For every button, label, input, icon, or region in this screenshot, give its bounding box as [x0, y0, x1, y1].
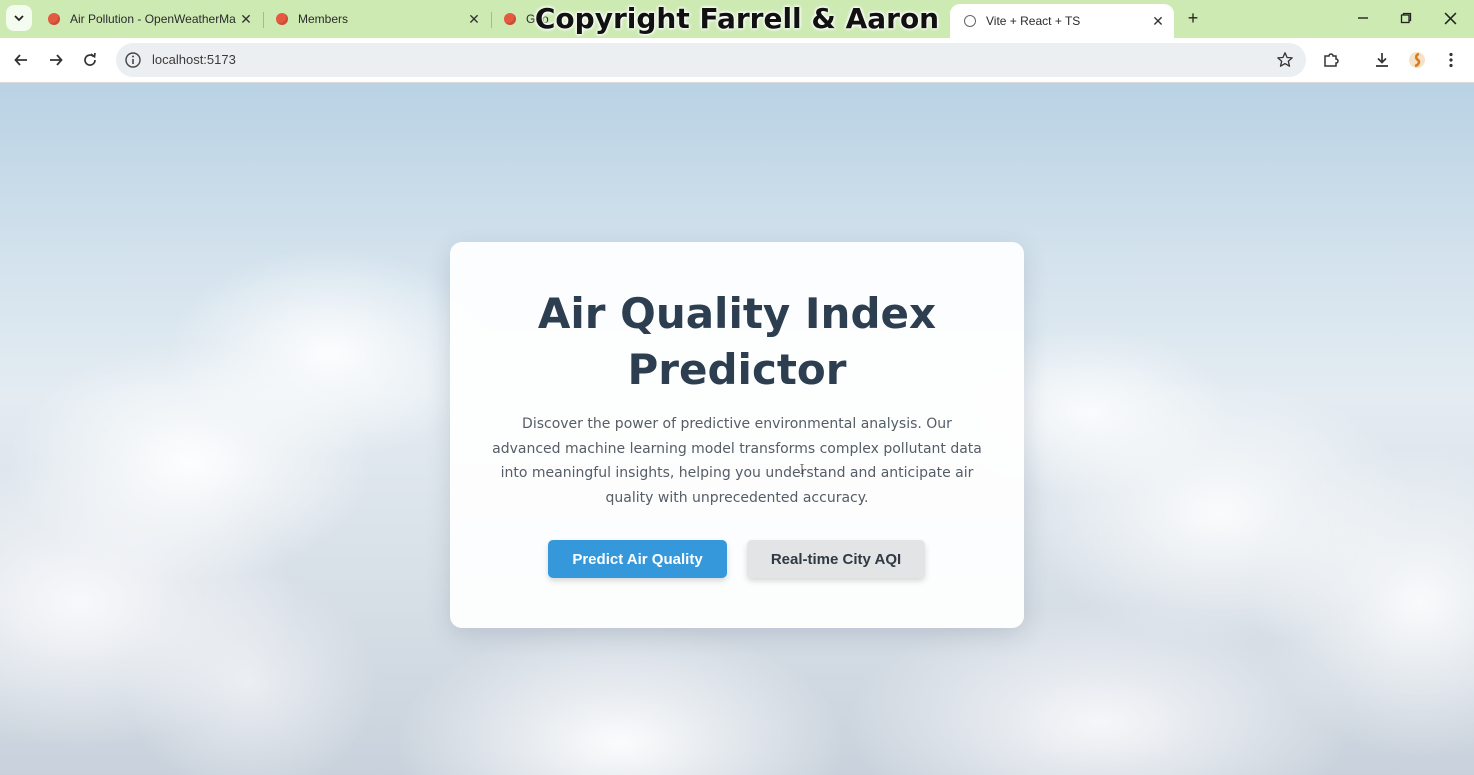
realtime-city-aqi-button[interactable]: Real-time City AQI [747, 540, 925, 578]
globe-icon [964, 15, 976, 27]
star-icon[interactable] [1276, 51, 1294, 69]
avatar-icon [1409, 52, 1425, 68]
close-icon[interactable]: ✕ [238, 11, 254, 28]
download-icon [1376, 53, 1388, 67]
tab-favicon [48, 13, 60, 25]
tab-title: Air Pollution - OpenWeatherMa [70, 12, 236, 26]
hero-description: Discover the power of predictive environ… [492, 416, 982, 506]
window-close-button[interactable] [1435, 6, 1465, 30]
browser-menu-button[interactable] [1440, 49, 1462, 71]
arrow-right-icon [50, 54, 63, 66]
tab-members[interactable]: Members ✕ [262, 4, 490, 34]
reload-button[interactable] [78, 48, 102, 72]
back-button[interactable] [9, 48, 33, 72]
tab-search-button[interactable] [6, 5, 32, 31]
browser-toolbar: localhost:5173 [0, 38, 1474, 83]
tab-title: Vite + React + TS [986, 14, 1081, 28]
tab-favicon [504, 13, 516, 25]
tab-vite-react[interactable]: Vite + React + TS ✕ [950, 4, 1174, 38]
tab-strip: Air Pollution - OpenWeatherMa ✕ Members … [0, 0, 1474, 38]
page-title: Air Quality Index Predictor [537, 289, 937, 394]
new-tab-button[interactable]: + [1182, 7, 1204, 29]
hero-card: Air Quality Index Predictor Discover the… [450, 242, 1024, 628]
predict-air-quality-button[interactable]: Predict Air Quality [548, 540, 727, 578]
profile-avatar[interactable] [1406, 49, 1428, 71]
close-icon[interactable]: ✕ [466, 11, 482, 28]
downloads-button[interactable] [1371, 49, 1393, 71]
info-icon[interactable] [124, 51, 142, 69]
close-icon[interactable]: ✕ [1150, 13, 1166, 30]
text-cursor-icon [800, 464, 804, 474]
reload-icon [84, 52, 96, 66]
extensions-button[interactable] [1320, 49, 1342, 71]
restore-icon [1400, 12, 1412, 24]
minimize-icon [1358, 17, 1368, 19]
tab-favicon [276, 13, 288, 25]
more-vert-icon [1449, 52, 1453, 68]
close-icon [1444, 12, 1456, 24]
puzzle-icon [1324, 53, 1339, 67]
restore-button[interactable] [1391, 6, 1421, 30]
minimize-button[interactable] [1348, 6, 1378, 30]
url-text[interactable]: localhost:5173 [152, 52, 236, 67]
chevron-down-icon [14, 15, 24, 22]
tab-title: Geo [526, 12, 549, 26]
arrow-left-icon [14, 54, 27, 66]
address-bar[interactable]: localhost:5173 [116, 43, 1306, 77]
tab-geo[interactable]: Geo [490, 4, 940, 34]
page-viewport: Air Quality Index Predictor Discover the… [0, 83, 1474, 775]
forward-button[interactable] [44, 48, 68, 72]
tab-title: Members [298, 12, 349, 26]
tab-air-pollution[interactable]: Air Pollution - OpenWeatherMa ✕ [34, 4, 262, 34]
